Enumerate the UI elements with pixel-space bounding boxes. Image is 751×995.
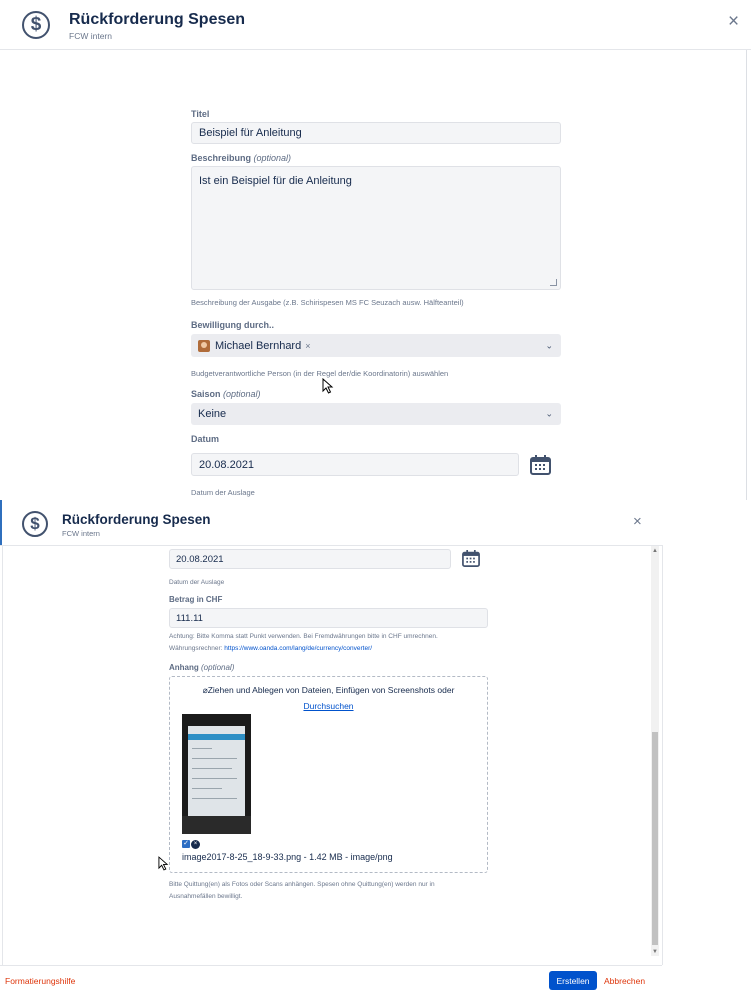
scroll-down-icon[interactable]: ▼ (651, 949, 659, 955)
dialog-edge (662, 545, 663, 965)
dialog-subtitle: FCW intern (62, 529, 100, 538)
scrollbar-track[interactable] (746, 50, 747, 500)
bewilligung-label: Bewilligung durch.. (191, 320, 274, 330)
mouse-cursor-icon (158, 856, 169, 876)
calendar-icon[interactable] (530, 455, 551, 480)
focus-accent (0, 500, 2, 546)
close-icon[interactable]: × (728, 12, 739, 31)
titel-input[interactable]: Beispiel für Anleitung (191, 122, 561, 144)
titel-label: Titel (191, 109, 210, 119)
dialog-subtitle: FCW intern (69, 31, 112, 41)
datum-label: Datum (191, 434, 220, 444)
thumbnail-line (192, 778, 237, 779)
header-divider (0, 545, 662, 546)
scroll-up-icon[interactable]: ▲ (651, 548, 659, 554)
saison-value: Keine (198, 408, 227, 420)
saison-label: Saison (optional) (191, 389, 261, 399)
close-icon[interactable]: × (633, 514, 642, 529)
attachment-checkbox[interactable]: ✓ (182, 840, 190, 848)
dollar-icon: $ (22, 511, 48, 537)
betrag-help: Achtung: Bitte Komma statt Punkt verwend… (169, 633, 438, 640)
remove-user-icon[interactable]: × (305, 341, 310, 351)
footer-divider (0, 965, 662, 966)
avatar (198, 339, 210, 352)
datum-help: Datum der Auslage (169, 579, 225, 586)
cancel-button[interactable]: Abbrechen (604, 976, 645, 986)
currency-converter-link[interactable]: https://www.oanda.com/lang/de/currency/c… (224, 645, 372, 652)
beschreibung-label-text: Beschreibung (191, 153, 252, 163)
dialog-panel-bottom: $ Rückforderung Spesen FCW intern × ▲ ▼ … (0, 500, 751, 995)
thumbnail-line (192, 768, 232, 769)
resize-handle[interactable] (550, 279, 557, 286)
user-chip-name: Michael Bernhard (215, 339, 302, 352)
dollar-icon: $ (22, 11, 50, 39)
thumbnail-line (192, 758, 237, 759)
format-help-link[interactable]: Formatierungshilfe (5, 976, 75, 986)
dropzone-text: ⌀Ziehen und Ablegen von Dateien, Einfüge… (169, 685, 488, 696)
scrollbar-thumb[interactable] (652, 732, 658, 945)
dialog-panel-top: $ Rückforderung Spesen FCW intern × Tite… (0, 0, 751, 500)
calendar-icon[interactable] (462, 550, 480, 572)
anhang-help-line1: Bitte Quittung(en) als Fotos oder Scans … (169, 881, 435, 888)
create-button[interactable]: Erstellen (549, 971, 597, 990)
optional-marker: (optional) (253, 153, 292, 163)
anhang-help-line2: Ausnahmefällen bewilligt. (169, 893, 243, 900)
beschreibung-value: Ist ein Beispiel für die Anleitung (199, 175, 352, 187)
remove-attachment-icon[interactable]: × (191, 840, 200, 849)
bewilligung-select[interactable]: Michael Bernhard × ⌄ (191, 334, 561, 357)
chevron-down-icon: ⌄ (545, 408, 553, 419)
dialog-edge (2, 545, 3, 965)
anhang-label-text: Anhang (169, 663, 199, 672)
beschreibung-textarea[interactable]: Ist ein Beispiel für die Anleitung (191, 166, 561, 290)
thumbnail-line (192, 748, 212, 749)
optional-marker: (optional) (223, 389, 261, 399)
dialog-title: Rückforderung Spesen (69, 11, 246, 28)
user-chip: Michael Bernhard × (198, 339, 310, 352)
beschreibung-label: Beschreibung (optional) (191, 153, 291, 163)
thumbnail-line (192, 798, 237, 799)
datum-input[interactable]: 20.08.2021 (191, 453, 519, 476)
saison-select[interactable]: Keine ⌄ (191, 403, 561, 425)
beschreibung-help: Beschreibung der Ausgabe (z.B. Schirispe… (191, 298, 464, 307)
attachment-thumbnail[interactable] (182, 714, 251, 834)
thumbnail-bottom (182, 816, 251, 834)
header-divider (0, 49, 751, 50)
thumbnail-line (192, 788, 222, 789)
saison-label-text: Saison (191, 389, 221, 399)
converter-prefix: Währungsrechner: (169, 645, 225, 652)
dropzone-instructions: Ziehen und Ablegen von Dateien, Einfügen… (207, 685, 455, 695)
dialog-title: Rückforderung Spesen (62, 512, 211, 527)
betrag-label: Betrag in CHF (169, 595, 223, 604)
anhang-label: Anhang (optional) (169, 663, 234, 672)
bewilligung-help: Budgetverantwortliche Person (in der Reg… (191, 369, 449, 378)
datum-input[interactable]: 20.08.2021 (169, 549, 451, 569)
datum-help: Datum der Auslage (191, 488, 255, 497)
thumbnail-screen (188, 726, 245, 822)
attachment-filename: image2017-8-25_18-9-33.png - 1.42 MB - i… (182, 852, 393, 862)
optional-marker: (optional) (201, 663, 235, 672)
browse-link[interactable]: Durchsuchen (169, 701, 488, 711)
thumbnail-bar (188, 734, 245, 740)
currency-converter-help: Währungsrechner: https://www.oanda.com/l… (169, 645, 372, 652)
mouse-cursor-icon (322, 377, 334, 399)
chevron-down-icon: ⌄ (545, 340, 553, 350)
betrag-input[interactable]: 111.11 (169, 608, 488, 628)
